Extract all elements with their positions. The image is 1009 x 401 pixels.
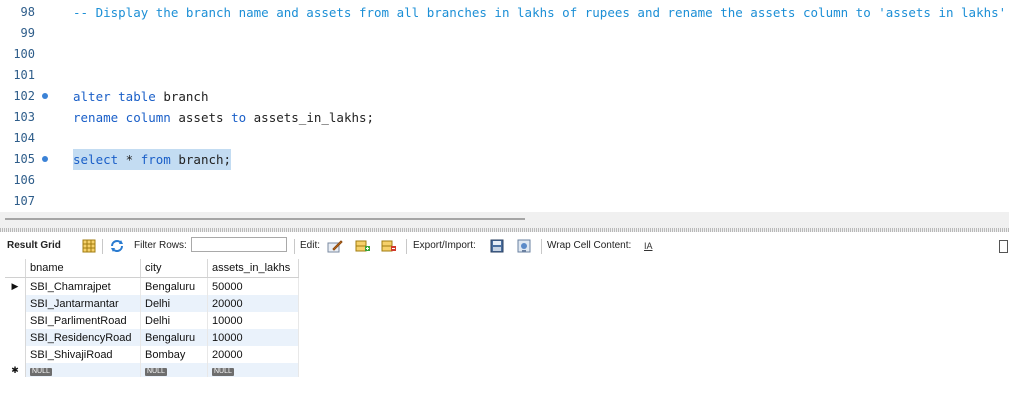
code-token: branch <box>155 89 209 104</box>
column-header-bname[interactable]: bname <box>25 259 141 278</box>
cell-bname[interactable]: SBI_ResidencyRoad <box>25 329 141 346</box>
add-row-icon[interactable] <box>355 238 371 254</box>
line-number: 106 <box>13 173 35 187</box>
cell-assets[interactable]: 10000 <box>207 329 299 346</box>
row-marker <box>5 329 26 346</box>
line-number: 105 <box>13 152 35 166</box>
delete-row-icon[interactable] <box>381 238 397 254</box>
panel-splitter[interactable] <box>0 228 1009 232</box>
null-badge: NULL <box>30 368 52 376</box>
table-row[interactable]: ▶ SBI_Chamrajpet Bengaluru 50000 <box>5 277 299 295</box>
code-token: rename column <box>73 110 171 125</box>
line-number: 103 <box>13 110 35 124</box>
row-marker <box>5 346 26 363</box>
result-grid[interactable]: bname city assets_in_lakhs ▶ SBI_Chamraj… <box>5 259 299 377</box>
code-token: * <box>118 152 141 167</box>
editor-line[interactable]: 99 <box>0 23 1009 44</box>
cell-bname[interactable]: SBI_Chamrajpet <box>25 277 141 295</box>
line-number: 104 <box>13 131 35 145</box>
editor-line[interactable]: 105 select * from branch; <box>0 149 1009 170</box>
cell-city[interactable]: Delhi <box>140 312 208 329</box>
grid-view-icon[interactable] <box>81 238 97 254</box>
cell-assets[interactable]: 10000 <box>207 312 299 329</box>
line-number: 98 <box>20 5 35 19</box>
code-text[interactable]: rename column assets to assets_in_lakhs; <box>73 107 374 128</box>
cell-city[interactable]: Bombay <box>140 346 208 363</box>
code-token: select <box>73 152 119 167</box>
row-marker-header <box>5 259 26 278</box>
line-number: 99 <box>20 26 35 40</box>
code-token: alter table <box>73 89 156 104</box>
cell-assets[interactable]: 50000 <box>207 277 299 295</box>
cell-assets[interactable]: 20000 <box>207 346 299 363</box>
cell-city[interactable]: Delhi <box>140 295 208 312</box>
wrap-toggle-icon[interactable]: IA <box>644 235 653 257</box>
code-token: to <box>231 110 247 125</box>
edit-row-icon[interactable] <box>327 238 343 254</box>
statement-marker-icon[interactable] <box>42 93 48 99</box>
null-badge: NULL <box>145 368 167 376</box>
export-import-label: Export/Import: <box>413 240 476 251</box>
editor-line[interactable]: 106 <box>0 170 1009 191</box>
row-marker <box>5 312 26 329</box>
editor-line[interactable]: 104 <box>0 128 1009 149</box>
editor-line[interactable]: 100 <box>0 44 1009 65</box>
table-row[interactable]: SBI_ParlimentRoad Delhi 10000 <box>5 312 299 329</box>
table-row[interactable]: SBI_Jantarmantar Delhi 20000 <box>5 295 299 312</box>
new-row[interactable]: ✱ NULL NULL NULL <box>5 363 299 377</box>
new-row-asterisk-icon: ✱ <box>5 363 26 377</box>
column-header-assets-in-lakhs[interactable]: assets_in_lakhs <box>207 259 299 278</box>
editor-line[interactable]: 107 <box>0 191 1009 212</box>
row-marker <box>5 295 26 312</box>
column-header-city[interactable]: city <box>140 259 208 278</box>
cell-city[interactable]: Bengaluru <box>140 277 208 295</box>
cell-city[interactable]: Bengaluru <box>140 329 208 346</box>
line-number: 107 <box>13 194 35 208</box>
code-token: assets <box>170 110 232 125</box>
cell-bname[interactable]: SBI_ShivajiRoad <box>25 346 141 363</box>
edit-label: Edit: <box>300 240 321 251</box>
new-cell-city[interactable]: NULL <box>140 363 208 377</box>
table-row[interactable]: SBI_ShivajiRoad Bombay 20000 <box>5 346 299 363</box>
null-badge: NULL <box>212 368 234 376</box>
code-token: assets_in_lakhs; <box>246 110 375 125</box>
grid-header-row: bname city assets_in_lakhs <box>5 259 299 278</box>
editor-line[interactable]: 101 <box>0 65 1009 86</box>
cell-bname[interactable]: SBI_ParlimentRoad <box>25 312 141 329</box>
cell-bname[interactable]: SBI_Jantarmantar <box>25 295 141 312</box>
line-number: 100 <box>13 47 35 61</box>
result-toolbar: Result Grid Filter Rows: Edit: Export/Im… <box>0 235 1009 257</box>
import-icon[interactable] <box>516 238 532 254</box>
wrap-cell-content-label: Wrap Cell Content: <box>547 240 632 251</box>
maximize-panel-icon[interactable] <box>999 240 1008 253</box>
code-token: -- Display the branch name and assets fr… <box>73 5 1009 20</box>
table-row[interactable]: SBI_ResidencyRoad Bengaluru 10000 <box>5 329 299 346</box>
filter-rows-label: Filter Rows: <box>134 240 187 251</box>
export-icon[interactable] <box>489 238 505 254</box>
code-token: from <box>140 152 171 167</box>
result-grid-label[interactable]: Result Grid <box>7 235 61 257</box>
editor-horizontal-scrollbar[interactable] <box>0 212 1009 228</box>
current-row-arrow-icon: ▶ <box>5 277 26 295</box>
line-number: 102 <box>13 89 35 103</box>
editor-line[interactable]: 102 alter table branch <box>0 86 1009 107</box>
code-text[interactable]: -- Display the branch name and assets fr… <box>73 2 1009 23</box>
scrollbar-thumb[interactable] <box>5 218 525 220</box>
new-cell-assets[interactable]: NULL <box>207 363 299 377</box>
line-number: 101 <box>13 68 35 82</box>
refresh-filter-icon[interactable] <box>109 238 125 254</box>
new-cell-bname[interactable]: NULL <box>25 363 141 377</box>
code-token: branch; <box>170 152 232 167</box>
editor-line[interactable]: 103 rename column assets to assets_in_lak… <box>0 107 1009 128</box>
statement-marker-icon[interactable] <box>42 156 48 162</box>
filter-rows-input[interactable] <box>191 237 287 252</box>
code-text[interactable]: select * from branch; <box>73 149 232 170</box>
code-text[interactable]: alter table branch <box>73 86 208 107</box>
cell-assets[interactable]: 20000 <box>207 295 299 312</box>
sql-editor[interactable]: 98 -- Display the branch name and assets … <box>0 0 1009 212</box>
editor-line[interactable]: 98 -- Display the branch name and assets … <box>0 2 1009 23</box>
